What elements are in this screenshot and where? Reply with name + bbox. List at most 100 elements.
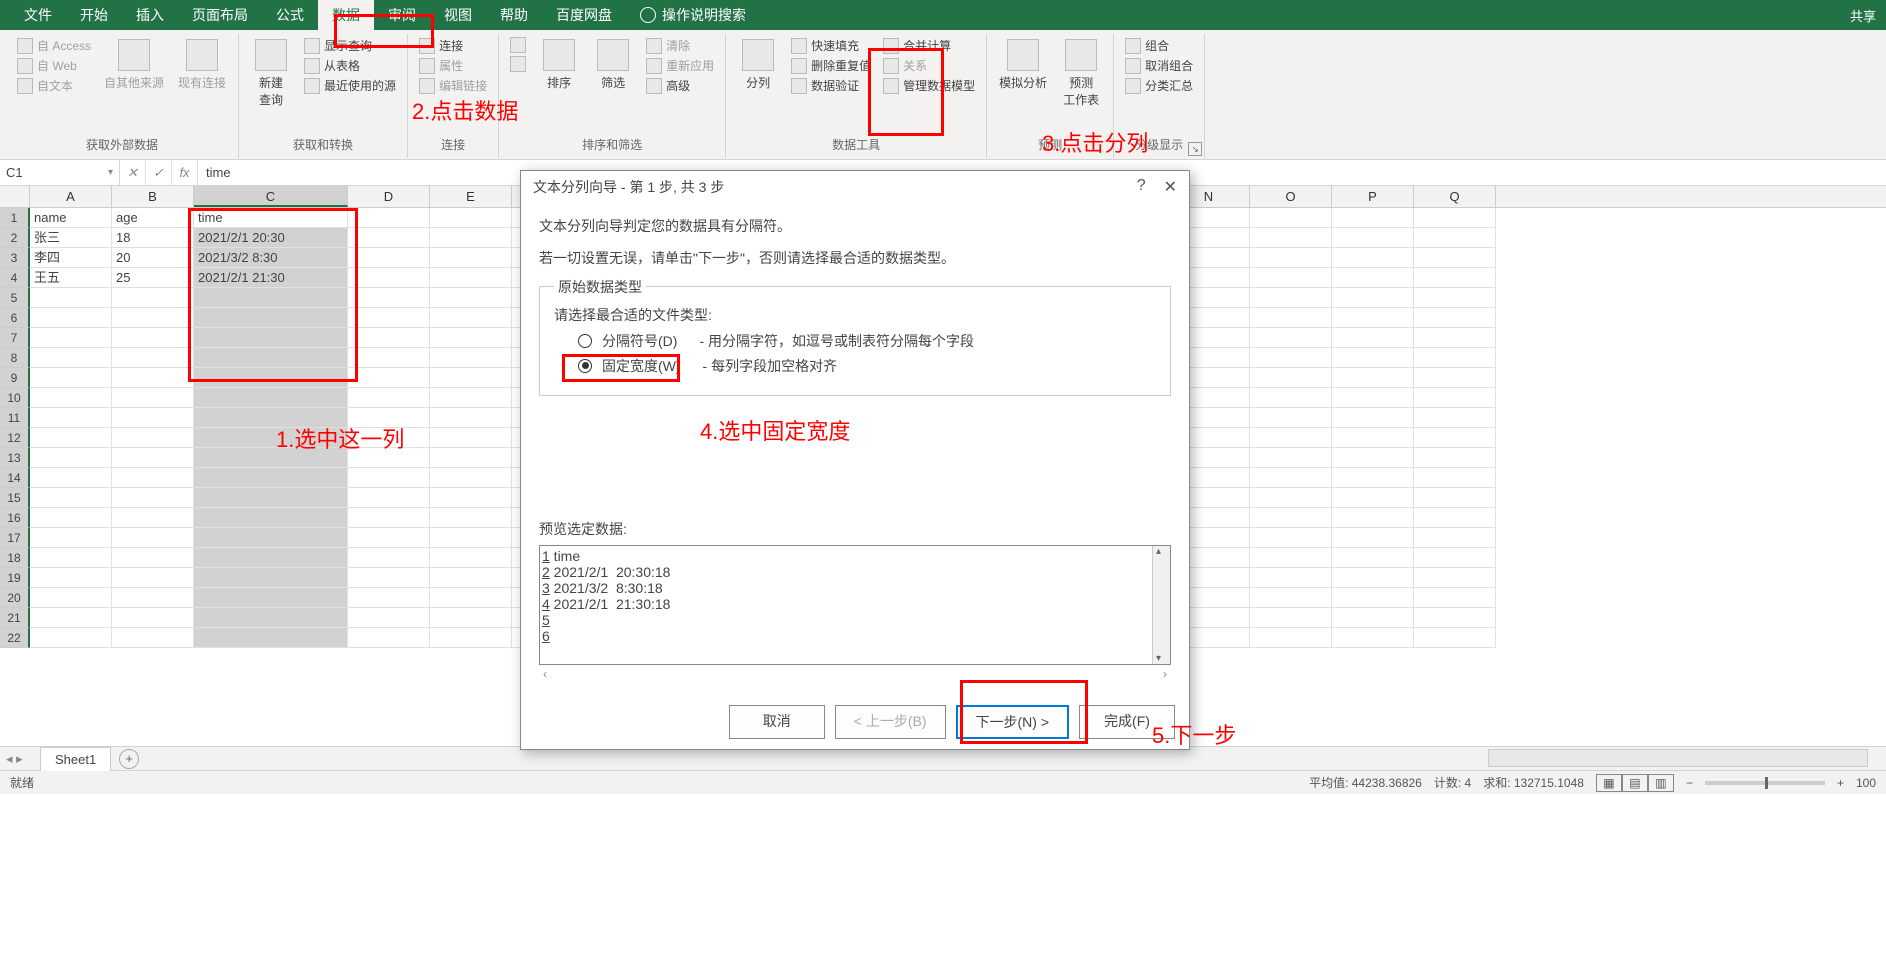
cell[interactable] [1250,268,1332,288]
cell[interactable] [1332,628,1414,648]
cell[interactable] [194,448,348,468]
select-all-corner[interactable] [0,186,30,207]
data-validation-button[interactable]: 数据验证 [788,76,874,95]
cell[interactable]: 18 [112,228,194,248]
cell[interactable] [1332,328,1414,348]
subtotal-button[interactable]: 分类汇总 [1122,76,1196,95]
column-header[interactable]: A [30,186,112,207]
cell[interactable] [1332,248,1414,268]
cell[interactable] [348,388,430,408]
cell[interactable]: 李四 [30,248,112,268]
cell[interactable] [112,308,194,328]
cell[interactable] [1414,288,1496,308]
cell[interactable] [112,608,194,628]
row-header[interactable]: 12 [0,428,30,448]
cell[interactable] [430,488,512,508]
row-header[interactable]: 20 [0,588,30,608]
row-header[interactable]: 22 [0,628,30,648]
cell[interactable] [1250,448,1332,468]
fx-icon[interactable]: fx [172,160,198,185]
cell[interactable] [194,508,348,528]
from-web-button[interactable]: 自 Web [14,56,94,75]
from-other-button[interactable]: 自其他来源 [100,36,168,94]
cell[interactable] [194,428,348,448]
cell[interactable] [1414,228,1496,248]
cell[interactable] [1332,588,1414,608]
cell[interactable]: 25 [112,268,194,288]
cell[interactable] [348,468,430,488]
show-queries-button[interactable]: 显示查询 [301,36,399,55]
remove-dup-button[interactable]: 删除重复值 [788,56,874,75]
scroll-left-icon[interactable]: ‹ [543,667,547,681]
cancel-formula-icon[interactable]: ✕ [120,160,146,185]
cell[interactable] [194,308,348,328]
cell[interactable] [30,628,112,648]
cell[interactable] [30,448,112,468]
forecast-sheet-button[interactable]: 预测 工作表 [1057,36,1105,111]
cell[interactable] [430,308,512,328]
sort-asc-button[interactable] [507,36,529,54]
cell[interactable] [430,288,512,308]
row-header[interactable]: 4 [0,268,30,288]
ungroup-button[interactable]: 取消组合 [1122,56,1196,75]
cell[interactable] [348,528,430,548]
cell[interactable] [194,488,348,508]
cell[interactable] [1414,328,1496,348]
cell[interactable] [30,528,112,548]
cell[interactable] [348,548,430,568]
cell[interactable] [1250,428,1332,448]
cell[interactable] [112,548,194,568]
cell[interactable] [1414,408,1496,428]
cell[interactable] [30,488,112,508]
normal-view-button[interactable]: ▦ [1596,774,1622,792]
cell[interactable] [112,588,194,608]
cell[interactable] [348,408,430,428]
share-button[interactable]: 共享 [1850,6,1876,25]
cell[interactable] [348,288,430,308]
cell[interactable] [112,288,194,308]
cell[interactable] [348,608,430,628]
cell[interactable] [430,228,512,248]
cell[interactable] [1414,568,1496,588]
cell[interactable] [348,448,430,468]
cell[interactable] [112,328,194,348]
tab-insert[interactable]: 插入 [122,0,178,30]
cell[interactable] [430,428,512,448]
help-button[interactable]: ? [1137,177,1146,197]
cell[interactable] [1332,288,1414,308]
advanced-filter-button[interactable]: 高级 [643,76,717,95]
cell[interactable] [112,348,194,368]
cell[interactable] [430,468,512,488]
from-table-button[interactable]: 从表格 [301,56,399,75]
cell[interactable] [430,328,512,348]
cell[interactable] [430,388,512,408]
cell[interactable] [430,568,512,588]
cell[interactable] [112,508,194,528]
existing-conn-button[interactable]: 现有连接 [174,36,230,94]
cell[interactable] [348,248,430,268]
cell[interactable] [112,448,194,468]
row-header[interactable]: 16 [0,508,30,528]
tab-review[interactable]: 审阅 [374,0,430,30]
row-header[interactable]: 21 [0,608,30,628]
cell[interactable] [194,288,348,308]
cell[interactable] [1332,208,1414,228]
cell[interactable]: 2021/2/1 20:30 [194,228,348,248]
cell[interactable] [194,388,348,408]
tab-view[interactable]: 视图 [430,0,486,30]
cell[interactable] [1250,548,1332,568]
cell[interactable] [348,208,430,228]
cell[interactable] [30,468,112,488]
cell[interactable] [1332,268,1414,288]
cell[interactable] [1414,308,1496,328]
cell[interactable] [348,568,430,588]
cell[interactable] [1414,508,1496,528]
row-header[interactable]: 14 [0,468,30,488]
cell[interactable] [1332,228,1414,248]
cell[interactable] [112,528,194,548]
cell[interactable] [112,628,194,648]
cell[interactable] [1414,488,1496,508]
zoom-in-button[interactable]: + [1837,776,1844,790]
cell[interactable] [30,428,112,448]
tab-help[interactable]: 帮助 [486,0,542,30]
